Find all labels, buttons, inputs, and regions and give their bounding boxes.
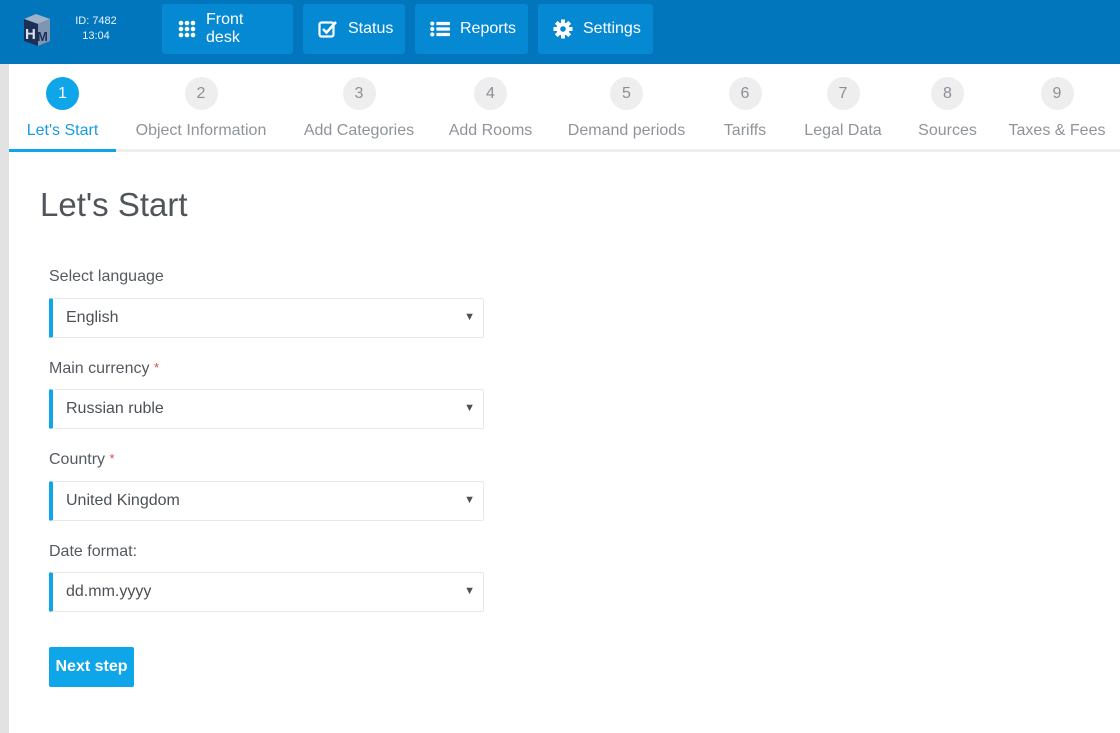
- step-label: Let's Start: [26, 122, 99, 139]
- session-time: 13:04: [82, 30, 110, 42]
- country-select[interactable]: United Kingdom ▼: [49, 481, 484, 521]
- step-label: Demand periods: [567, 122, 686, 139]
- language-value: English: [66, 309, 119, 326]
- step-number: 6: [728, 77, 762, 110]
- step-number: 5: [610, 77, 643, 110]
- step-legal-data[interactable]: 7 Legal Data: [796, 64, 890, 152]
- step-object-information[interactable]: 2 Object Information: [126, 64, 276, 152]
- chevron-down-icon: ▼: [464, 585, 475, 597]
- svg-text:M: M: [37, 29, 48, 44]
- hm-logo[interactable]: H M: [18, 13, 54, 47]
- step-number: 4: [474, 77, 507, 110]
- step-number: 7: [826, 77, 860, 110]
- nav-settings-label: Settings: [583, 20, 641, 37]
- required-asterisk: *: [109, 451, 115, 466]
- step-number: 2: [184, 77, 218, 110]
- step-label: Taxes & Fees: [1008, 122, 1106, 139]
- date-format-label-text: Date format:: [49, 543, 138, 560]
- step-label: Object Information: [135, 122, 267, 139]
- step-label: Add Rooms: [448, 122, 533, 139]
- language-select[interactable]: English ▼: [49, 298, 484, 338]
- step-label: Sources: [918, 122, 977, 139]
- currency-value: Russian ruble: [66, 400, 164, 417]
- step-taxes-fees[interactable]: 9 Taxes & Fees: [1005, 64, 1109, 152]
- step-number: 9: [1040, 77, 1074, 110]
- left-sidebar-strip: [0, 64, 9, 733]
- nav-front-desk-button[interactable]: Front desk: [162, 4, 293, 54]
- grid-icon: [177, 19, 196, 39]
- date-format-label: Date format:: [49, 543, 137, 561]
- chevron-down-icon: ▼: [464, 311, 475, 323]
- currency-label: Main currency *: [49, 360, 159, 378]
- list-icon: [430, 19, 450, 39]
- gear-icon: [553, 19, 573, 39]
- date-format-value: dd.mm.yyyy: [66, 583, 152, 600]
- country-label: Country *: [49, 451, 115, 469]
- nav-settings-button[interactable]: Settings: [538, 4, 653, 54]
- step-label: Legal Data: [804, 122, 882, 139]
- step-demand-periods[interactable]: 5 Demand periods: [559, 64, 694, 152]
- step-label: Add Categories: [303, 122, 415, 139]
- nav-status-button[interactable]: Status: [303, 4, 405, 54]
- nav-front-desk-label: Front desk: [206, 11, 244, 46]
- currency-label-text: Main currency: [49, 360, 150, 377]
- top-navigation-bar: H M ID: 7482 13:04 Front desk Status Rep…: [0, 0, 1120, 64]
- country-label-text: Country: [49, 451, 106, 468]
- session-id: ID: 7482: [75, 15, 117, 27]
- step-add-categories[interactable]: 3 Add Categories: [294, 64, 424, 152]
- nav-reports-label: Reports: [460, 20, 517, 37]
- language-label-text: Select language: [49, 268, 164, 285]
- step-sources[interactable]: 8 Sources: [909, 64, 986, 152]
- next-step-button[interactable]: Next step: [49, 647, 134, 687]
- nav-status-label: Status: [348, 20, 394, 37]
- svg-text:H: H: [25, 26, 36, 43]
- chevron-down-icon: ▼: [464, 402, 475, 414]
- step-number: 3: [342, 77, 376, 110]
- page-title: Let's Start: [40, 186, 188, 223]
- step-number: 1: [46, 77, 79, 110]
- step-tariffs[interactable]: 6 Tariffs: [714, 64, 776, 152]
- chevron-down-icon: ▼: [464, 494, 475, 506]
- date-format-select[interactable]: dd.mm.yyyy ▼: [49, 572, 484, 612]
- currency-select[interactable]: Russian ruble ▼: [49, 389, 484, 429]
- step-add-rooms[interactable]: 4 Add Rooms: [442, 64, 539, 152]
- language-label: Select language: [49, 268, 164, 286]
- checkbox-icon: [318, 19, 338, 39]
- setup-wizard-stepper: 1 Let's Start 2 Object Information 3 Add…: [9, 64, 1120, 152]
- required-asterisk: *: [153, 360, 159, 375]
- step-label: Tariffs: [723, 122, 767, 139]
- country-value: United Kingdom: [66, 492, 180, 509]
- nav-reports-button[interactable]: Reports: [415, 4, 528, 54]
- step-number: 8: [931, 77, 964, 110]
- step-lets-start[interactable]: 1 Let's Start: [9, 64, 116, 152]
- session-info: ID: 7482 13:04: [68, 14, 124, 44]
